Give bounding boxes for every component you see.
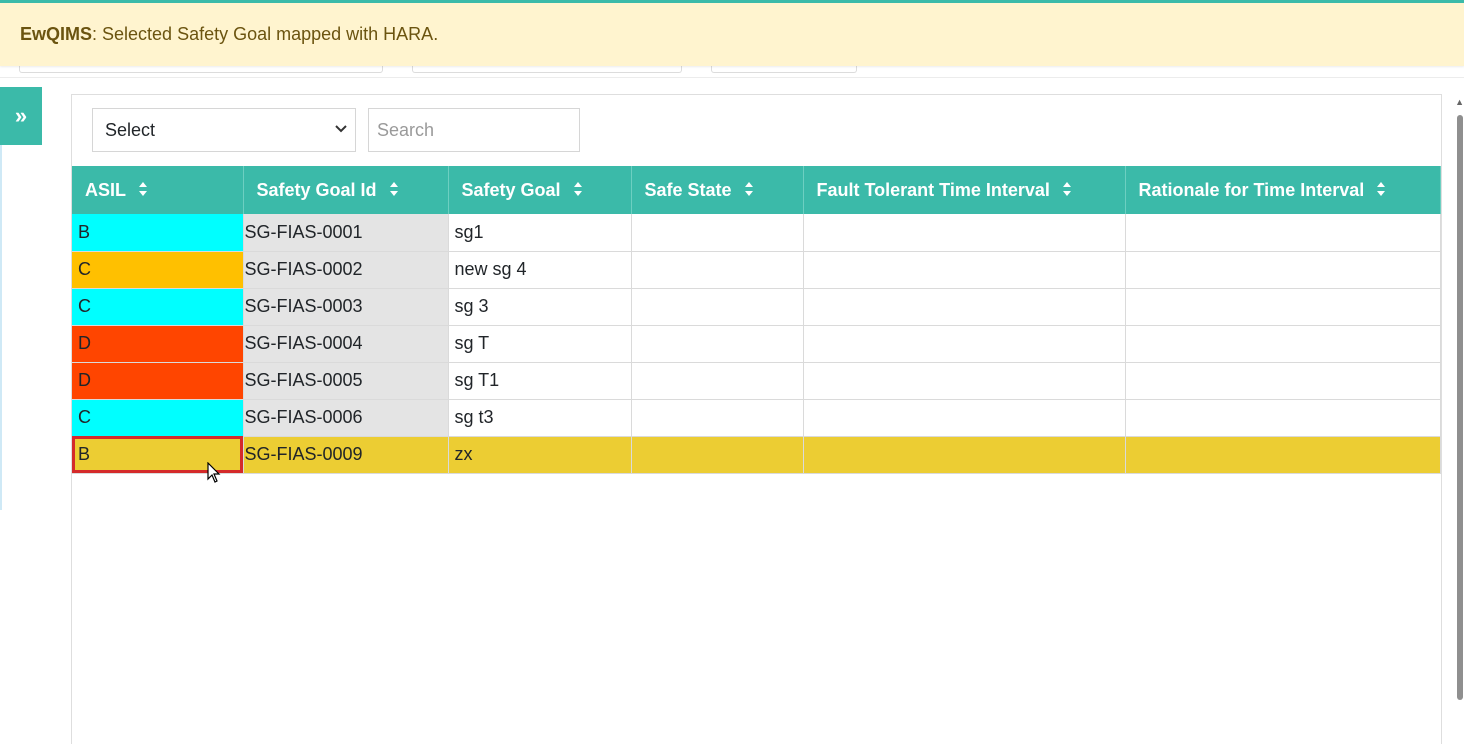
cell-ftti[interactable] bbox=[803, 436, 1126, 474]
scrollbar-thumb[interactable] bbox=[1457, 115, 1463, 700]
cell-ftti[interactable] bbox=[803, 251, 1126, 289]
cell-ftti[interactable] bbox=[803, 362, 1126, 400]
header-label: Safety Goal Id bbox=[256, 179, 377, 200]
chevron-down-icon bbox=[335, 121, 347, 137]
table-row[interactable]: C SG-FIAS-0003 sg 3 bbox=[72, 288, 1441, 326]
cell-asil[interactable]: B bbox=[72, 214, 244, 252]
scroll-up-icon[interactable]: ▲ bbox=[1455, 97, 1464, 107]
page: EwQIMS : Selected Safety Goal mapped wit… bbox=[0, 0, 1464, 744]
sort-icon[interactable] bbox=[1376, 181, 1386, 197]
cell-rationale[interactable] bbox=[1125, 362, 1441, 400]
table-row[interactable]: B SG-FIAS-0001 sg1 bbox=[72, 214, 1441, 252]
cell-safe-state[interactable] bbox=[631, 399, 804, 437]
notification-app-name: EwQIMS bbox=[20, 24, 93, 44]
cell-id[interactable]: SG-FIAS-0004 bbox=[243, 325, 449, 363]
cell-id[interactable]: SG-FIAS-0006 bbox=[243, 399, 449, 437]
sort-icon[interactable] bbox=[744, 181, 754, 197]
cell-goal[interactable]: sg 3 bbox=[448, 288, 632, 326]
cell-goal[interactable]: sg T bbox=[448, 325, 632, 363]
notification-banner: EwQIMS : Selected Safety Goal mapped wit… bbox=[0, 0, 1464, 66]
cell-ftti[interactable] bbox=[803, 399, 1126, 437]
cell-id[interactable]: SG-FIAS-0009 bbox=[243, 436, 449, 474]
cell-rationale[interactable] bbox=[1125, 436, 1441, 474]
cell-goal[interactable]: zx bbox=[448, 436, 632, 474]
cell-id[interactable]: SG-FIAS-0001 bbox=[243, 214, 449, 252]
cell-asil[interactable]: D bbox=[72, 362, 244, 400]
cell-asil[interactable]: C bbox=[72, 399, 244, 437]
header-label: Rationale for Time Interval bbox=[1138, 179, 1365, 200]
cell-asil[interactable]: C bbox=[72, 251, 244, 289]
table-row[interactable]: C SG-FIAS-0002 new sg 4 bbox=[72, 251, 1441, 289]
search-input[interactable] bbox=[368, 108, 580, 152]
table-row[interactable]: C SG-FIAS-0006 sg t3 bbox=[72, 399, 1441, 437]
col-header-asil[interactable]: ASIL bbox=[72, 166, 244, 214]
col-header-safe-state[interactable]: Safe State bbox=[631, 166, 804, 214]
header-label: ASIL bbox=[85, 179, 127, 200]
table-body: B SG-FIAS-0001 sg1 C SG-FIAS-0002 new sg 4 C SG… bbox=[72, 214, 1441, 474]
cell-safe-state[interactable] bbox=[631, 436, 804, 474]
left-edge-strip bbox=[0, 145, 2, 510]
cell-ftti[interactable] bbox=[803, 325, 1126, 363]
col-header-rationale[interactable]: Rationale for Time Interval bbox=[1125, 166, 1441, 214]
sort-icon[interactable] bbox=[389, 181, 399, 197]
cell-asil[interactable]: D bbox=[72, 325, 244, 363]
cell-ftti[interactable] bbox=[803, 288, 1126, 326]
notification-message: : Selected Safety Goal mapped with HARA. bbox=[92, 24, 439, 44]
col-header-safety-goal-id[interactable]: Safety Goal Id bbox=[243, 166, 449, 214]
sort-icon[interactable] bbox=[138, 181, 148, 197]
cell-rationale[interactable] bbox=[1125, 214, 1441, 252]
cell-safe-state[interactable] bbox=[631, 288, 804, 326]
cell-safe-state[interactable] bbox=[631, 325, 804, 363]
cell-ftti[interactable] bbox=[803, 214, 1126, 252]
header-label: Safe State bbox=[644, 179, 732, 200]
table-header-row: ASIL Safety Goal Id Safety Goal Safe State F… bbox=[72, 166, 1441, 214]
sort-icon[interactable] bbox=[573, 181, 583, 197]
cell-id[interactable]: SG-FIAS-0003 bbox=[243, 288, 449, 326]
safety-goal-card: Select ASIL Safety Goal Id Safety Goal Safe… bbox=[71, 94, 1442, 744]
table-row[interactable]: B SG-FIAS-0009 zx bbox=[72, 436, 1441, 474]
divider bbox=[0, 77, 1464, 78]
sidebar-toggle-button[interactable]: » bbox=[0, 87, 42, 145]
cell-safe-state[interactable] bbox=[631, 251, 804, 289]
header-label: Fault Tolerant Time Interval bbox=[816, 179, 1050, 200]
filter-select-value: Select bbox=[105, 119, 156, 140]
cell-safe-state[interactable] bbox=[631, 362, 804, 400]
cell-goal[interactable]: sg1 bbox=[448, 214, 632, 252]
cell-asil[interactable]: C bbox=[72, 288, 244, 326]
cell-goal[interactable]: new sg 4 bbox=[448, 251, 632, 289]
cell-safe-state[interactable] bbox=[631, 214, 804, 252]
cell-goal[interactable]: sg T1 bbox=[448, 362, 632, 400]
cell-goal[interactable]: sg t3 bbox=[448, 399, 632, 437]
cell-rationale[interactable] bbox=[1125, 251, 1441, 289]
table-row[interactable]: D SG-FIAS-0005 sg T1 bbox=[72, 362, 1441, 400]
col-header-ftti[interactable]: Fault Tolerant Time Interval bbox=[803, 166, 1126, 214]
col-header-safety-goal[interactable]: Safety Goal bbox=[448, 166, 632, 214]
cell-rationale[interactable] bbox=[1125, 288, 1441, 326]
cell-id[interactable]: SG-FIAS-0002 bbox=[243, 251, 449, 289]
double-chevron-right-icon: » bbox=[14, 103, 28, 128]
table-row[interactable]: D SG-FIAS-0004 sg T bbox=[72, 325, 1441, 363]
sort-icon[interactable] bbox=[1062, 181, 1072, 197]
vertical-scrollbar[interactable]: ▲ bbox=[1455, 95, 1464, 705]
header-label: Safety Goal bbox=[461, 179, 561, 200]
mouse-pointer-icon bbox=[207, 461, 221, 489]
cell-rationale[interactable] bbox=[1125, 325, 1441, 363]
safety-goal-table: ASIL Safety Goal Id Safety Goal Safe State F… bbox=[72, 166, 1441, 474]
filter-select[interactable]: Select bbox=[92, 108, 356, 152]
cell-rationale[interactable] bbox=[1125, 399, 1441, 437]
cell-id[interactable]: SG-FIAS-0005 bbox=[243, 362, 449, 400]
